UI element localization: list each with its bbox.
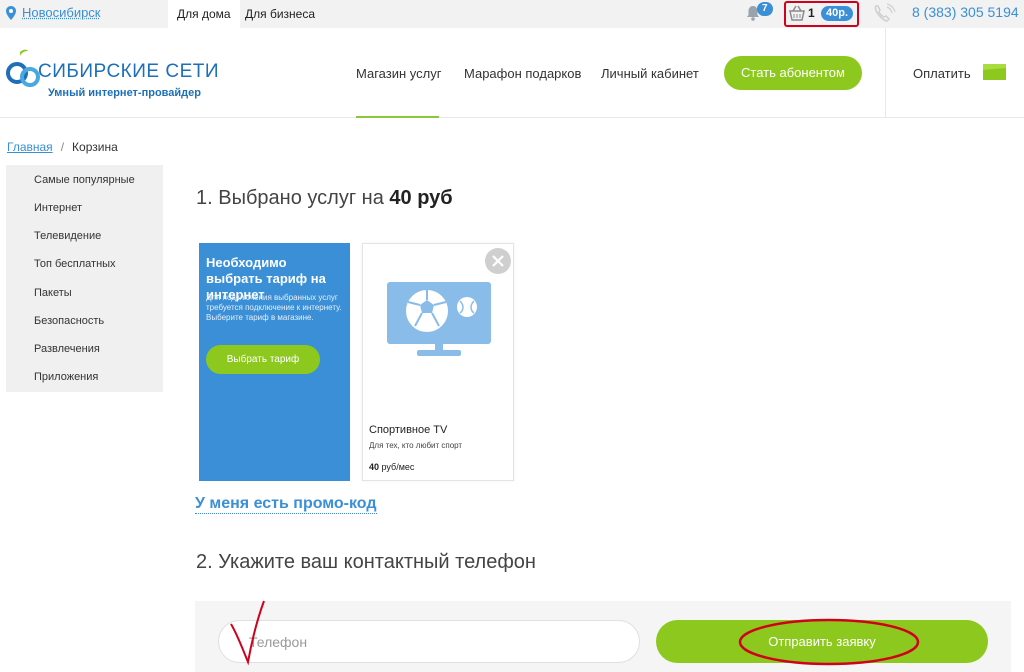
step2-heading: 2. Укажите ваш контактный телефон xyxy=(196,551,536,573)
breadcrumb-current: Корзина xyxy=(72,140,118,154)
location-pin-icon xyxy=(6,5,16,20)
wallet-icon[interactable] xyxy=(982,62,1008,82)
sidebar-item-entertainment[interactable]: Развлечения xyxy=(34,343,100,355)
tariff-card-text: Для подключения выбранных услуг требуетс… xyxy=(206,293,342,322)
nav-personal-account[interactable]: Личный кабинет xyxy=(601,66,699,81)
category-sidebar: Самые популярные Интернет Телевидение То… xyxy=(6,165,163,392)
service-price: 40 руб/мес xyxy=(369,462,414,472)
step1-heading: 1. Выбрано услуг на 40 руб xyxy=(196,187,453,210)
nav-gift-marathon[interactable]: Марафон подарков xyxy=(464,66,581,81)
sidebar-item-internet[interactable]: Интернет xyxy=(34,202,82,214)
sports-tv-icon xyxy=(387,282,491,356)
submit-request-button[interactable]: Отправить заявку xyxy=(656,620,988,663)
nav-active-indicator xyxy=(356,116,439,118)
logo-icon[interactable] xyxy=(6,48,40,94)
sidebar-item-tv[interactable]: Телевидение xyxy=(34,230,101,242)
nav-service-store[interactable]: Магазин услуг xyxy=(356,66,441,81)
step1-total: 40 руб xyxy=(389,187,453,209)
breadcrumb-separator: / xyxy=(60,140,65,154)
logo-name[interactable]: СИБИРСКИЕ СЕТИ xyxy=(38,61,219,83)
service-name: Спортивное TV xyxy=(369,424,448,436)
become-subscriber-button[interactable]: Стать абонентом xyxy=(724,56,862,90)
sidebar-item-security[interactable]: Безопасность xyxy=(34,315,104,327)
breadcrumb-home[interactable]: Главная xyxy=(7,140,53,154)
logo-tagline: Умный интернет-провайдер xyxy=(48,87,201,99)
city-selector[interactable]: Новосибирск xyxy=(6,5,101,20)
basket-icon[interactable] xyxy=(788,5,806,22)
phone-icon xyxy=(874,3,896,22)
service-description: Для тех, кто любит спорт xyxy=(369,441,463,450)
city-link[interactable]: Новосибирск xyxy=(22,5,101,20)
close-icon xyxy=(492,255,504,267)
cart-count[interactable]: 1 xyxy=(808,6,815,20)
site-header: СИБИРСКИЕ СЕТИ Умный интернет-провайдер … xyxy=(0,28,1024,118)
cart-sum-badge[interactable]: 40р. xyxy=(821,6,854,21)
service-price-unit: руб/мес xyxy=(381,462,415,472)
sidebar-item-top-free[interactable]: Топ бесплатных xyxy=(34,258,116,270)
service-price-value: 40 xyxy=(369,462,380,472)
header-divider xyxy=(885,28,886,118)
tariff-required-card: Необходимо выбрать тариф на интернет Для… xyxy=(199,243,350,481)
phone-input[interactable] xyxy=(218,620,640,663)
support-phone[interactable]: 8 (383) 305 5194 xyxy=(912,4,1019,20)
service-card[interactable]: Спортивное TV Для тех, кто любит спорт 4… xyxy=(362,243,514,481)
notifications-badge: 7 xyxy=(757,2,773,16)
tab-for-home[interactable]: Для дома xyxy=(168,0,240,28)
choose-tariff-button[interactable]: Выбрать тариф xyxy=(206,345,320,374)
remove-service-button[interactable] xyxy=(485,248,511,274)
promo-code-link[interactable]: У меня есть промо-код xyxy=(195,495,377,514)
breadcrumb: Главная / Корзина xyxy=(7,140,118,154)
sidebar-item-apps[interactable]: Приложения xyxy=(34,371,98,383)
sidebar-item-packages[interactable]: Пакеты xyxy=(34,287,72,299)
top-bar: Новосибирск Для дома Для бизнеса 7 1 40р… xyxy=(0,0,1024,28)
sidebar-item-popular[interactable]: Самые популярные xyxy=(34,174,135,186)
pay-link[interactable]: Оплатить xyxy=(913,66,971,81)
step1-title: 1. Выбрано услуг на xyxy=(196,187,384,209)
tab-for-business[interactable]: Для бизнеса xyxy=(236,0,324,28)
